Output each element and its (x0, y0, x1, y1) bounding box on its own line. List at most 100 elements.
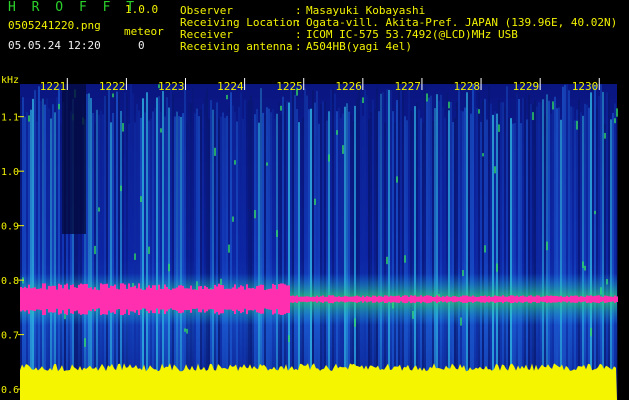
noise-speck (28, 115, 30, 122)
carrier-segment (128, 283, 130, 315)
noise-streak (406, 120, 408, 400)
noise-streak (190, 103, 192, 400)
carrier-segment (326, 296, 328, 302)
carrier-segment (458, 297, 460, 302)
carrier-segment (516, 295, 518, 303)
carrier-segment (170, 290, 172, 309)
carrier-segment (180, 285, 182, 314)
carrier-segment (134, 285, 136, 313)
noise-streak (256, 108, 258, 400)
noise-speck (276, 230, 278, 237)
noise-streak (314, 102, 316, 400)
noise-streak (334, 93, 336, 400)
carrier-segment (510, 295, 512, 304)
carrier-segment (142, 290, 144, 309)
noise-speck (496, 263, 498, 272)
noise-speck (584, 265, 586, 271)
carrier-segment (444, 296, 446, 302)
noise-streak (56, 97, 58, 400)
carrier-segment (232, 287, 234, 311)
noise-speck (314, 198, 316, 205)
carrier-segment (112, 286, 114, 313)
noise-streak (330, 88, 332, 400)
carrier-segment (48, 285, 50, 313)
carrier-segment (532, 296, 534, 302)
noise-streak (608, 93, 610, 400)
noise-speck (604, 132, 606, 139)
antenna-separator: : (295, 40, 302, 53)
noise-streak (320, 104, 322, 400)
noise-streak (438, 100, 440, 400)
carrier-segment (410, 295, 412, 304)
noise-speck (226, 94, 228, 100)
noise-streak (148, 120, 150, 400)
carrier-segment (360, 297, 362, 302)
noise-streak (378, 111, 380, 400)
carrier-segment (270, 288, 272, 310)
carrier-segment (470, 296, 472, 302)
carrier-segment (42, 283, 44, 315)
noise-streak (392, 111, 394, 400)
noise-streak (188, 102, 190, 400)
noise-streak (436, 94, 438, 400)
noise-streak (172, 94, 174, 400)
noise-streak (602, 91, 604, 400)
noise-streak (488, 85, 490, 400)
noise-streak (324, 101, 326, 400)
noise-streak (246, 103, 248, 400)
noise-streak (522, 97, 524, 400)
carrier-segment (604, 295, 606, 303)
carrier-segment (372, 295, 374, 303)
carrier-segment (592, 296, 594, 303)
carrier-segment (76, 287, 78, 311)
noise-streak (456, 101, 458, 400)
carrier-segment (92, 289, 94, 310)
carrier-segment (50, 286, 52, 313)
carrier-segment (446, 295, 448, 303)
noise-streak (434, 108, 436, 400)
noise-speck (396, 176, 398, 183)
carrier-segment (104, 284, 106, 315)
noise-streak (554, 96, 556, 400)
carrier-segment (386, 295, 388, 303)
carrier-segment (274, 284, 276, 314)
carrier-segment (74, 287, 76, 312)
noise-streak (344, 106, 346, 400)
carrier-segment (100, 283, 102, 316)
noise-streak (266, 107, 268, 400)
noise-streak (430, 95, 432, 400)
noise-streak (396, 100, 398, 400)
noise-streak (282, 96, 284, 400)
carrier-segment (408, 296, 410, 302)
noise-streak (304, 88, 306, 400)
carrier-segment (152, 285, 154, 314)
noise-streak (152, 111, 154, 400)
noise-speck (532, 112, 534, 121)
carrier-segment (580, 296, 582, 303)
noise-streak (490, 103, 492, 400)
carrier-segment (482, 295, 484, 303)
noise-streak (506, 86, 508, 400)
noise-streak (610, 119, 612, 400)
carrier-segment (208, 288, 210, 310)
noise-streak (288, 102, 290, 400)
noise-streak (278, 101, 280, 400)
noise-streak (366, 95, 368, 400)
carrier-segment (392, 296, 394, 303)
noise-streak (228, 107, 230, 400)
noise-speck (58, 103, 60, 110)
noise-streak (98, 114, 100, 400)
antenna-value: A504HB(yagi 4el) (306, 40, 412, 53)
carrier-segment (222, 285, 224, 314)
noise-streak (312, 90, 314, 400)
carrier-segment (146, 287, 148, 311)
carrier-segment (456, 296, 458, 302)
noise-streak (116, 91, 118, 400)
noise-streak (198, 116, 200, 400)
carrier-segment (512, 295, 514, 303)
noise-speck (614, 118, 616, 124)
carrier-segment (144, 289, 146, 309)
noise-streak (590, 92, 592, 400)
noise-streak (112, 112, 114, 400)
noise-streak (308, 109, 310, 400)
